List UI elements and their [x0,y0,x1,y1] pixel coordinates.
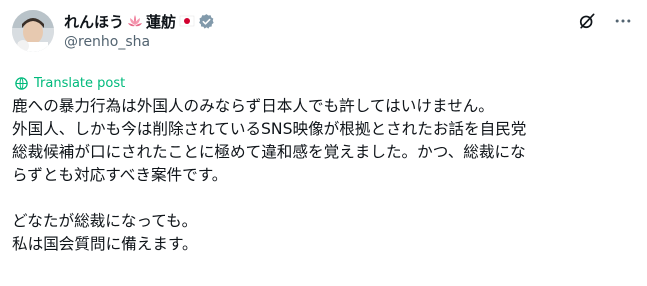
grok-icon[interactable] [577,11,597,31]
post-text: 鹿への暴力行為は外国人のみならず日本人でも許してはいけません。 外国人、しかも今… [12,95,637,256]
japan-flag-icon [179,13,195,29]
globe-icon [14,76,29,91]
display-name-suffix[interactable]: 蓮舫 [146,11,176,32]
name-row[interactable]: れんほう 蓮舫 [64,10,214,32]
post-line-3: どなたが総裁になっても。 [12,212,198,230]
post-header: れんほう 蓮舫 @renho_sha [0,0,647,70]
post-line-4: 私は国会質問に備えます。 [12,235,198,253]
translate-post-link[interactable]: Translate post [14,74,125,92]
top-actions [577,11,633,31]
handle[interactable]: @renho_sha [64,34,150,50]
avatar[interactable] [12,10,54,52]
more-icon[interactable] [613,11,633,31]
post-line-1: 鹿への暴力行為は外国人のみならず日本人でも許してはいけません。 [12,97,494,115]
translate-post-label[interactable]: Translate post [34,76,125,91]
verified-badge-icon[interactable] [198,13,214,29]
post-paragraph-2: 外国人、しかも今は削除されているSNS映像が根拠とされたお話を自民党 総裁候補が… [12,120,527,184]
display-name[interactable]: れんほう [64,11,124,32]
lotus-emoji-icon [127,13,143,29]
